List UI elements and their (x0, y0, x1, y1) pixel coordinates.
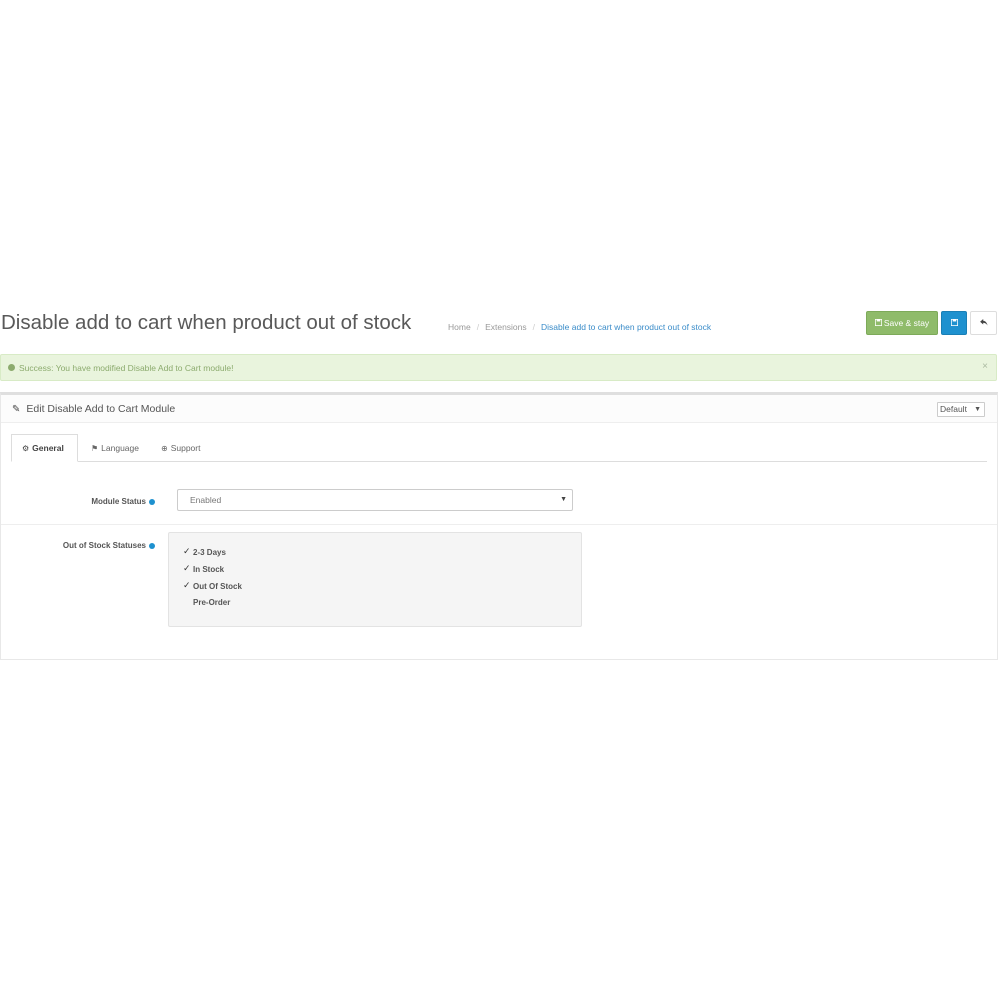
tab-general-label: General (32, 443, 64, 453)
save-button[interactable] (941, 311, 967, 335)
status-checkbox-item[interactable]: Pre-Order (183, 597, 230, 607)
breadcrumb: Home / Extensions / Disable add to cart when… (448, 322, 711, 332)
success-alert: Success: You have modified Disable Add t… (0, 354, 997, 381)
status-checkbox-item[interactable]: ✓ 2-3 Days (183, 547, 226, 557)
save-and-stay-button[interactable]: Save & stay (866, 311, 938, 335)
panel-title: ✎ Edit Disable Add to Cart Module (12, 403, 175, 415)
breadcrumb-separator: / (532, 322, 536, 332)
reply-icon (979, 318, 988, 328)
close-icon[interactable]: × (982, 361, 988, 372)
caret-down-icon: ▼ (974, 406, 981, 413)
out-of-stock-checkbox-list: ✓ 2-3 Days ✓ In Stock ✓ Out Of Stock Pre-Or… (168, 532, 582, 627)
store-select-value: Default (940, 404, 967, 414)
check-circle-icon (8, 364, 15, 371)
tab-language-label: Language (101, 443, 139, 453)
breadcrumb-current[interactable]: Disable add to cart when product out of … (541, 322, 711, 332)
module-status-label-text: Module Status (91, 497, 146, 506)
cogs-icon: ⚙ (22, 443, 30, 453)
page-header: Disable add to cart when product out of … (0, 308, 1000, 344)
save-and-stay-label: Save & stay (883, 318, 930, 328)
out-of-stock-label-text: Out of Stock Statuses (62, 541, 146, 550)
status-label: In Stock (193, 564, 225, 574)
panel-heading: ✎ Edit Disable Add to Cart Module Default… (1, 395, 997, 423)
save-icon (950, 318, 958, 328)
store-select[interactable]: Default ▼ (937, 402, 985, 417)
module-panel: ✎ Edit Disable Add to Cart Module Default… (0, 392, 998, 660)
status-checkbox-item[interactable]: ✓ Out Of Stock (183, 581, 242, 591)
status-checkbox-item[interactable]: ✓ In Stock (183, 564, 224, 574)
life-ring-icon: ⊕ (161, 443, 168, 453)
module-status-select[interactable]: Enabled ▼ (177, 489, 573, 511)
module-status-label: Module Status (91, 497, 155, 506)
tab-general[interactable]: ⚙ General (11, 434, 78, 462)
status-label: Pre-Order (193, 597, 231, 607)
tab-bar: ⚙ General ⚑ Language ⊕ Support (11, 434, 987, 462)
breadcrumb-separator: / (476, 322, 480, 332)
back-button[interactable] (970, 311, 997, 335)
checkbox-checked[interactable]: ✓ (183, 564, 193, 574)
breadcrumb-home[interactable]: Home (448, 322, 471, 332)
flag-icon: ⚑ (91, 443, 99, 453)
status-label: Out Of Stock (193, 581, 242, 591)
tab-support[interactable]: ⊕ Support (151, 434, 210, 462)
page-title: Disable add to cart when product out of … (1, 311, 412, 334)
panel-title-text: Edit Disable Add to Cart Module (26, 403, 176, 415)
caret-down-icon: ▼ (560, 496, 567, 503)
save-icon (874, 318, 882, 328)
help-icon[interactable] (149, 498, 155, 505)
tab-language[interactable]: ⚑ Language (81, 434, 149, 462)
tab-support-label: Support (170, 443, 201, 453)
checkbox-unchecked[interactable] (183, 597, 193, 607)
module-status-value: Enabled (190, 495, 222, 505)
checkbox-checked[interactable]: ✓ (183, 581, 193, 591)
checkbox-checked[interactable]: ✓ (183, 547, 193, 557)
alert-message: Success: You have modified Disable Add t… (19, 362, 234, 373)
out-of-stock-label: Out of Stock Statuses (63, 541, 155, 550)
module-status-row: Module Status Enabled ▼ (1, 481, 997, 525)
help-icon[interactable] (149, 542, 155, 549)
breadcrumb-extensions[interactable]: Extensions (485, 322, 527, 332)
status-label: 2-3 Days (193, 547, 226, 557)
pencil-icon: ✎ (12, 404, 21, 415)
